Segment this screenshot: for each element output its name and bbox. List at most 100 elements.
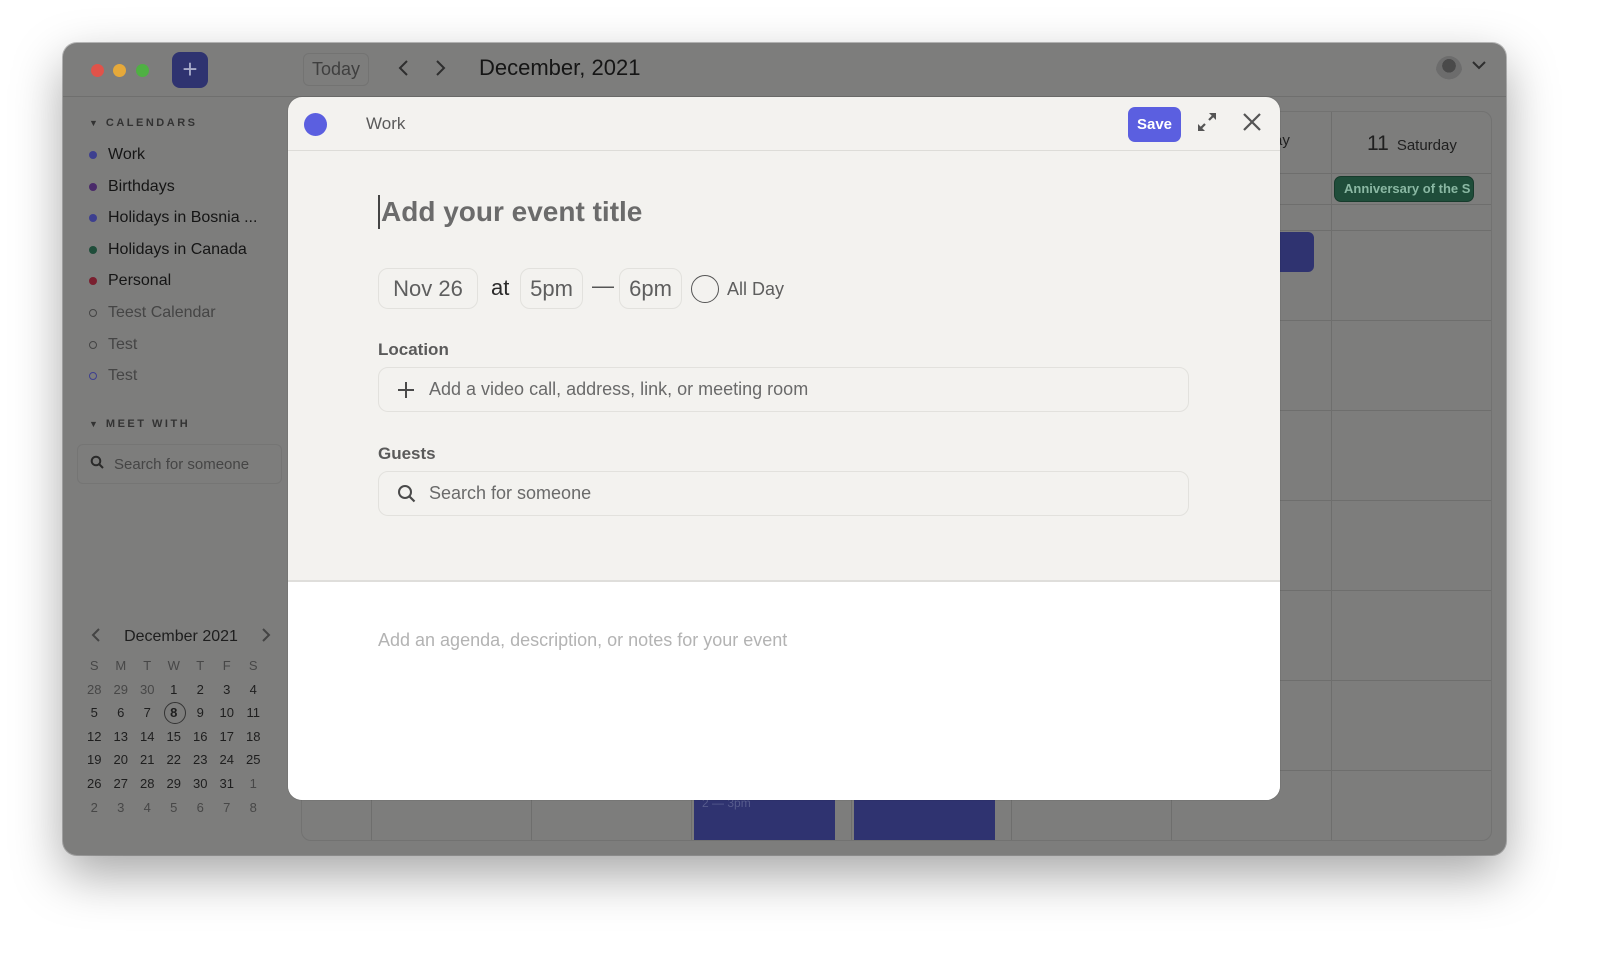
mini-calendar-day[interactable]: 28 <box>134 772 161 796</box>
end-time-picker[interactable]: 6pm <box>619 268 682 309</box>
calendar-color-dot[interactable] <box>89 277 97 286</box>
weekday-label: S <box>248 658 258 673</box>
mini-calendar-day[interactable]: 25 <box>240 748 267 772</box>
sidebar-calendar-item[interactable]: Holidays in Bosnia ... <box>89 206 257 230</box>
all-day-toggle[interactable] <box>691 275 719 303</box>
sidebar-calendar-item[interactable]: Personal <box>89 269 171 293</box>
mini-calendar-day[interactable]: 8 <box>161 701 188 725</box>
weekday-label: M <box>115 658 127 673</box>
mini-calendar-day[interactable]: 18 <box>240 725 267 749</box>
calendar-color-dot[interactable] <box>89 340 97 349</box>
calendar-color-dot[interactable] <box>89 182 97 191</box>
calendar-selector[interactable]: Work <box>366 114 405 134</box>
mini-calendar-day[interactable]: 8 <box>240 796 267 820</box>
mini-calendar-day[interactable]: 20 <box>108 748 135 772</box>
mini-calendar-day[interactable]: 4 <box>134 796 161 820</box>
sidebar-calendar-item[interactable]: Birthdays <box>89 175 175 199</box>
mini-calendar-day[interactable]: 22 <box>161 748 188 772</box>
mini-calendar-day[interactable]: 10 <box>214 701 241 725</box>
saturday-label: Saturday <box>1396 137 1457 154</box>
start-time-picker[interactable]: 5pm <box>520 268 583 309</box>
new-event-button[interactable]: + <box>172 52 208 88</box>
guests-search-input[interactable]: Search for someone <box>378 471 1189 516</box>
sidebar-calendar-item[interactable]: Holidays in Canada <box>89 238 247 262</box>
mini-calendar-day[interactable]: 26 <box>81 772 108 796</box>
mini-calendar-day[interactable]: 15 <box>161 725 188 749</box>
chevron-right-icon[interactable] <box>433 57 447 84</box>
calendar-color-dot[interactable] <box>89 245 97 254</box>
mini-calendar-day[interactable]: 30 <box>134 678 161 702</box>
avatar[interactable] <box>1436 56 1462 84</box>
minimize-window-button[interactable] <box>113 64 126 77</box>
meet-with-section-header[interactable]: ▼ MEET WITH <box>89 418 190 430</box>
mini-calendar-day[interactable]: 14 <box>134 725 161 749</box>
close-window-button[interactable] <box>91 64 104 77</box>
calendar-color-dot[interactable] <box>89 309 97 317</box>
location-input[interactable]: Add a video call, address, link, or meet… <box>378 367 1189 412</box>
title-bar: + Today December, 2021 <box>63 43 1506 97</box>
date-picker[interactable]: Nov 26 <box>378 268 478 309</box>
sidebar-calendar-item[interactable]: Test <box>89 333 137 357</box>
calendar-color-dot[interactable] <box>89 151 97 159</box>
mini-calendar-day[interactable]: 7 <box>134 701 161 725</box>
sidebar-calendar-item[interactable]: Teest Calendar <box>89 301 216 325</box>
mini-calendar-day[interactable]: 21 <box>134 748 161 772</box>
event-title-input[interactable]: Add your event title <box>378 195 1178 229</box>
chevron-left-icon[interactable] <box>397 57 411 84</box>
mini-calendar-day[interactable]: 24 <box>214 748 241 772</box>
mini-calendar-day[interactable]: 12 <box>81 725 108 749</box>
mini-calendar-day[interactable]: 11 <box>240 701 267 725</box>
mini-calendar-day[interactable]: 31 <box>214 772 241 796</box>
expand-icon[interactable] <box>1196 111 1218 133</box>
sidebar: ▼ CALENDARS Work Birthdays Holidays in Bosn… <box>63 98 288 855</box>
mini-calendar-prev-icon[interactable] <box>91 627 101 648</box>
mini-calendar-day[interactable]: 27 <box>108 772 135 796</box>
mini-calendar-day[interactable]: 2 <box>81 796 108 820</box>
mini-calendar-day[interactable]: 1 <box>161 678 188 702</box>
mini-calendar-day[interactable]: 28 <box>81 678 108 702</box>
mini-calendar-day[interactable]: 3 <box>108 796 135 820</box>
mini-calendar-day[interactable]: 23 <box>187 748 214 772</box>
calendar-color-dot[interactable] <box>89 372 97 381</box>
mini-calendar-day[interactable]: 7 <box>214 796 241 820</box>
saturday-date-number: 11 <box>1367 132 1389 155</box>
calendar-color-dot[interactable] <box>304 113 327 136</box>
mini-calendar-day[interactable]: 3 <box>214 678 241 702</box>
mini-calendar-day[interactable]: 5 <box>161 796 188 820</box>
close-icon[interactable] <box>1241 111 1263 133</box>
mini-calendar-day[interactable]: 5 <box>81 701 108 725</box>
location-placeholder: Add a video call, address, link, or meet… <box>429 379 809 399</box>
mini-calendar-day[interactable]: 2 <box>187 678 214 702</box>
all-day-label[interactable]: All Day <box>727 279 784 300</box>
calendar-label: Birthdays <box>108 177 175 195</box>
notes-editor[interactable]: Add an agenda, description, or notes for… <box>288 580 1280 800</box>
calendars-section-header[interactable]: ▼ CALENDARS <box>89 117 197 129</box>
calendar-label: Work <box>108 146 146 163</box>
save-button[interactable]: Save <box>1128 107 1181 142</box>
sidebar-calendar-item[interactable]: Test <box>89 364 137 388</box>
mini-calendar-day[interactable]: 29 <box>108 678 135 702</box>
zoom-window-button[interactable] <box>136 64 149 77</box>
all-day-event[interactable]: Anniversary of the S <box>1334 176 1474 202</box>
mini-calendar-day[interactable]: 6 <box>187 796 214 820</box>
calendar-color-dot[interactable] <box>89 214 97 223</box>
mini-calendar-day[interactable]: 16 <box>187 725 214 749</box>
saturday-header[interactable]: 11 Saturday <box>1367 132 1457 156</box>
mini-calendar-day[interactable]: 9 <box>187 701 214 725</box>
mini-calendar-day[interactable]: 6 <box>108 701 135 725</box>
mini-calendar-day[interactable]: 30 <box>187 772 214 796</box>
sidebar-calendar-item[interactable]: Work <box>89 143 145 167</box>
mini-calendar-next-icon[interactable] <box>261 627 271 648</box>
weekday-label: F <box>222 658 231 673</box>
today-button[interactable]: Today <box>303 53 369 86</box>
meet-with-search-input[interactable]: Search for someone <box>77 444 282 484</box>
mini-calendar-day[interactable]: 17 <box>214 725 241 749</box>
mini-calendar-day[interactable]: 1 <box>240 772 267 796</box>
mini-calendar-day[interactable]: 19 <box>81 748 108 772</box>
mini-calendar-day[interactable]: 29 <box>161 772 188 796</box>
new-event-dialog: Work Save Add your event title Nov 26 at… <box>288 97 1280 800</box>
mini-calendar-day[interactable]: 13 <box>108 725 135 749</box>
mini-calendar-day[interactable]: 4 <box>240 678 267 702</box>
mini-calendar-grid: S M T W T F S 28 29 30 1 2 3 4 5 6 7 8 9 10 11 12 13 14 15 16 17 18… <box>81 654 281 819</box>
chevron-down-icon[interactable] <box>1471 55 1487 80</box>
